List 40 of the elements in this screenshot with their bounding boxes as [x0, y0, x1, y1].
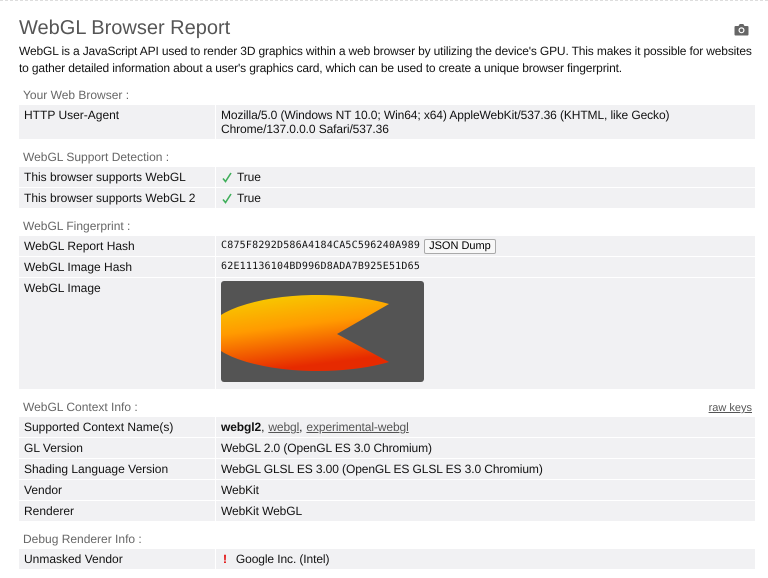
- checkmark-icon: [222, 192, 232, 204]
- section-heading: WebGL Context Info :: [23, 400, 138, 414]
- hash-value: C875F8292D586A4184CA5C596240A989: [221, 239, 420, 253]
- row-label: Renderer: [19, 501, 216, 521]
- comma-separator: ,: [299, 420, 302, 434]
- row-value: True: [237, 191, 261, 205]
- json-dump-button[interactable]: JSON Dump: [424, 238, 496, 254]
- row-label: HTTP User-Agent: [19, 105, 216, 139]
- row-label: WebGL Image Hash: [19, 257, 216, 277]
- section-heading: WebGL Support Detection :: [23, 150, 170, 164]
- section-heading: Debug Renderer Info :: [23, 532, 142, 546]
- row-label: Unmasked Vendor: [19, 549, 216, 569]
- section-heading: WebGL Fingerprint :: [23, 219, 130, 233]
- row-label: WebGL Image: [19, 278, 216, 389]
- row-value: True: [237, 170, 261, 184]
- context-name: webgl2: [221, 420, 262, 434]
- page-title: WebGL Browser Report: [19, 16, 230, 41]
- row-value: WebGL GLSL ES 3.00 (OpenGL ES GLSL ES 3.0 Chromium): [221, 462, 543, 476]
- row-value: Mozilla/5.0 (Windows NT 10.0; Win64; x64) AppleWebKit/537.36 (KHTML, like Gecko) Chrome/137.0.0.0 Safari/537.36: [221, 108, 670, 136]
- camera-icon[interactable]: [734, 23, 749, 36]
- warning-icon: !: [223, 552, 227, 566]
- raw-keys-link[interactable]: raw keys: [708, 402, 752, 414]
- row-label: Shading Language Version: [19, 459, 216, 479]
- row-value: Google Inc. (Intel): [236, 552, 330, 566]
- row-value: WebKit WebGL: [221, 504, 302, 518]
- row-label: This browser supports WebGL: [19, 167, 216, 187]
- row-label: This browser supports WebGL 2: [19, 188, 216, 208]
- row-label: WebGL Report Hash: [19, 236, 216, 256]
- context-link[interactable]: webgl: [268, 420, 300, 434]
- row-value: WebGL 2.0 (OpenGL ES 3.0 Chromium): [221, 441, 432, 455]
- hash-value: 62E11136104BD996D8ADA7B925E51D65: [221, 260, 420, 274]
- description-text: WebGL is a JavaScript API used to render 3D graphics within a web browser by utilizing the device's GPU. This makes it possible for websites to gather detailed information about a user's graphics card, which can be used to create a unique browser fingerprint.: [19, 43, 753, 77]
- comma-separator: ,: [261, 420, 264, 434]
- row-value: WebKit: [221, 483, 259, 497]
- context-link[interactable]: experimental-webgl: [306, 420, 409, 434]
- section-heading: Your Web Browser :: [23, 88, 130, 102]
- row-label: Vendor: [19, 480, 216, 500]
- row-label: Supported Context Name(s): [19, 417, 216, 437]
- row-label: GL Version: [19, 438, 216, 458]
- checkmark-icon: [222, 172, 232, 182]
